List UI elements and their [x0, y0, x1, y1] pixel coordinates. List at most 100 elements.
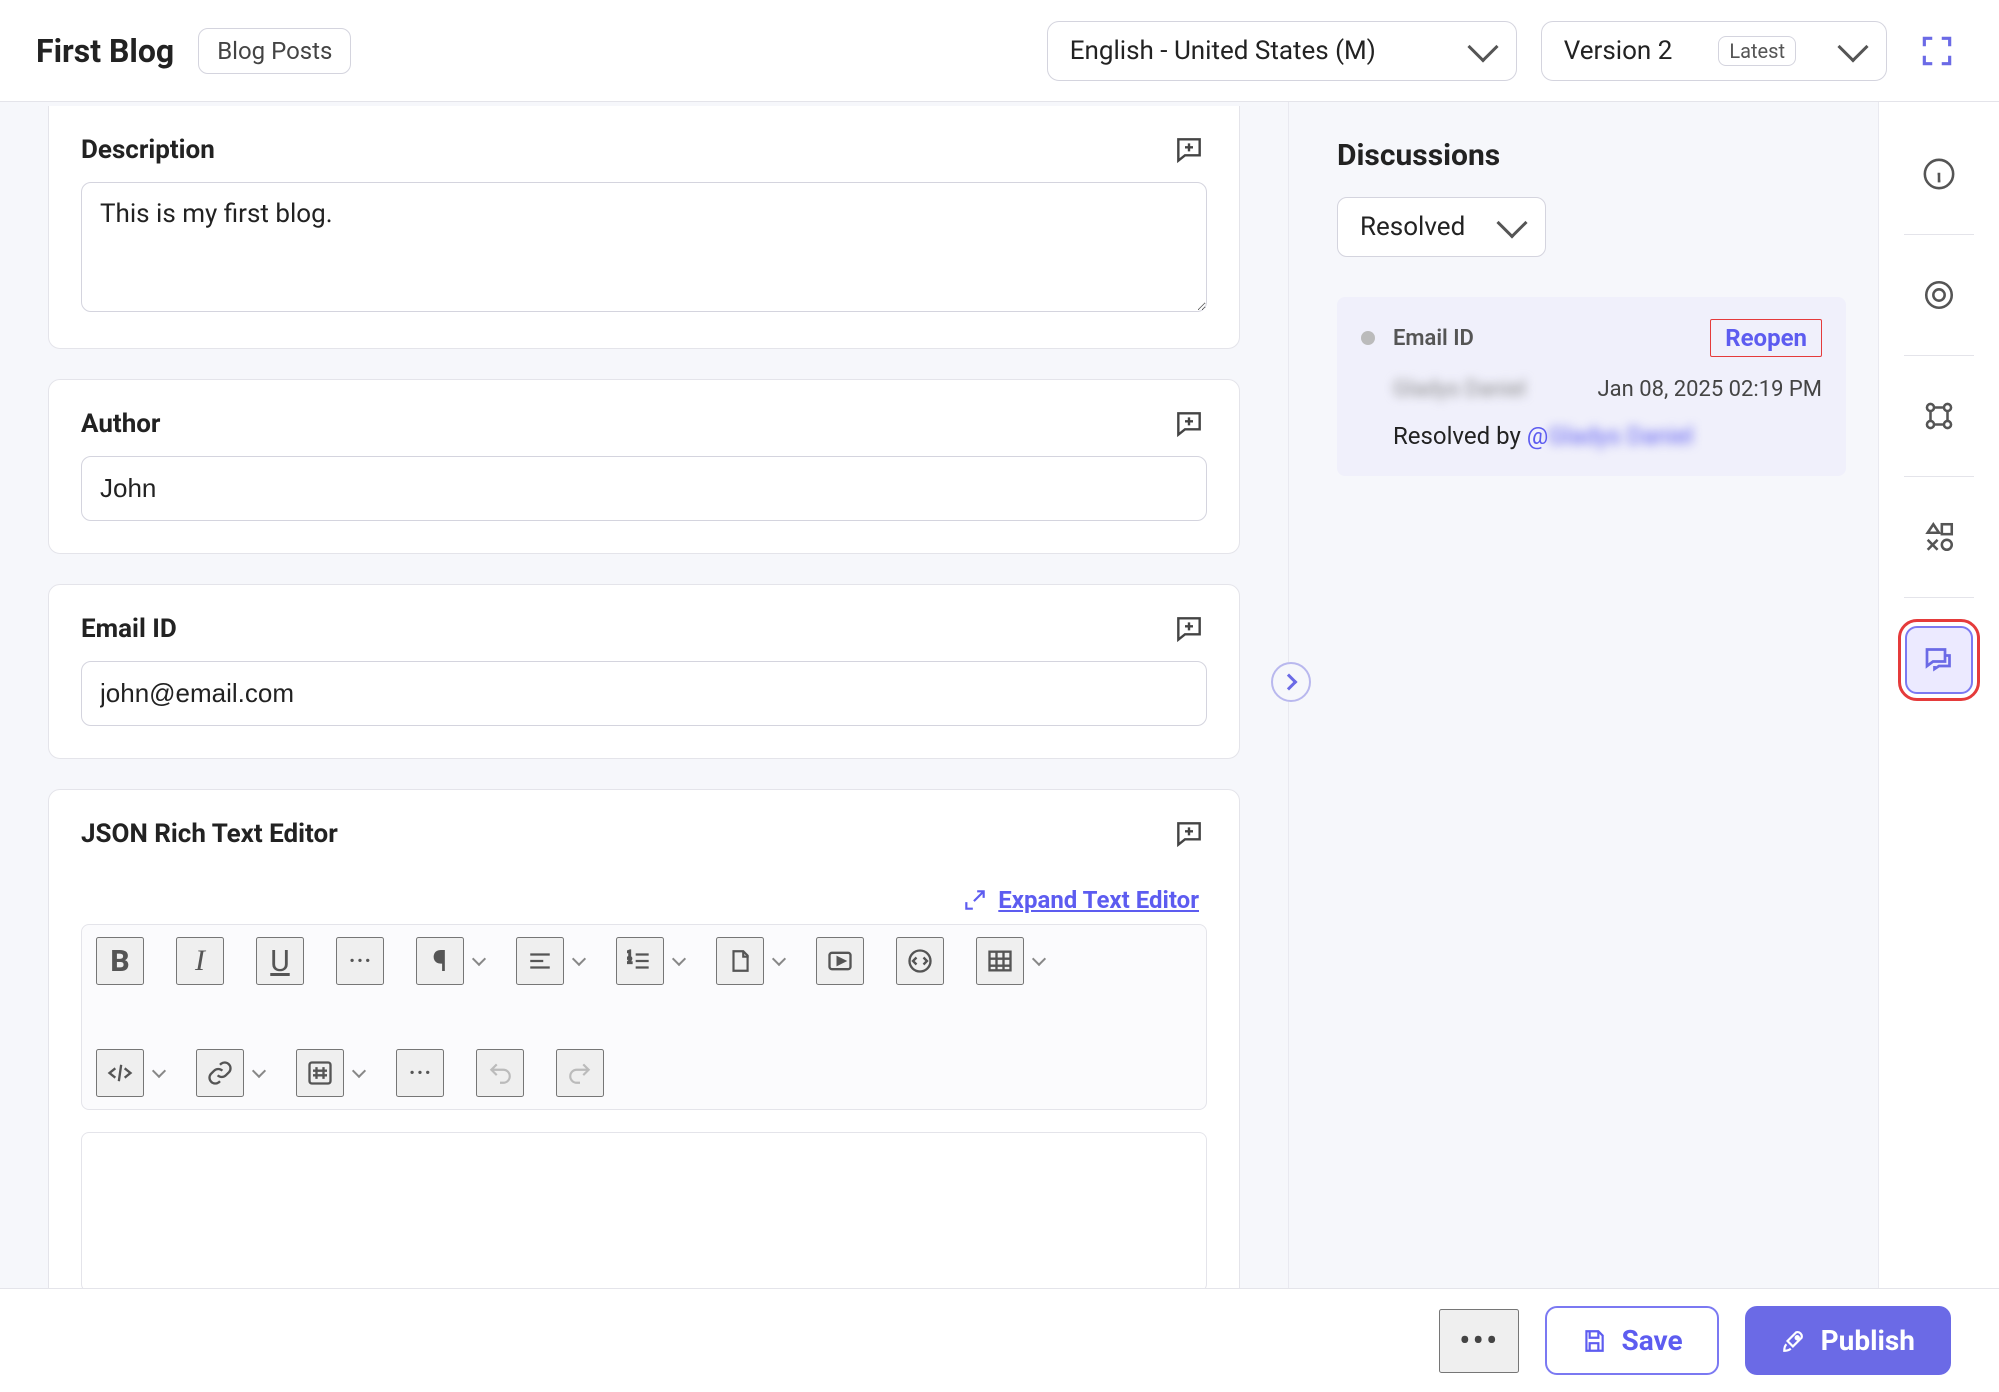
chevron-down-icon: [572, 952, 586, 966]
video-button[interactable]: [816, 937, 864, 985]
comment-plus-icon: [1171, 408, 1207, 440]
resolved-prefix: Resolved by: [1393, 422, 1527, 450]
info-tab[interactable]: [1907, 142, 1971, 206]
hash-icon: [306, 1059, 334, 1087]
expand-arrow-icon: [962, 887, 988, 913]
align-button[interactable]: [516, 937, 564, 985]
rte-editor-body[interactable]: [81, 1132, 1207, 1292]
chevron-down-icon: [472, 952, 486, 966]
discussion-author: Gladys Daniel: [1393, 377, 1526, 402]
play-square-icon: [826, 947, 854, 975]
resolved-by-name: Gladys Daniel: [1548, 422, 1693, 450]
document-button[interactable]: [716, 937, 764, 985]
reopen-button[interactable]: Reopen: [1710, 319, 1822, 357]
resolved-by-line: Resolved by @Gladys Daniel: [1361, 422, 1822, 450]
email-input[interactable]: [81, 661, 1207, 726]
undo-button[interactable]: [476, 1049, 524, 1097]
embed-button[interactable]: [96, 1049, 144, 1097]
add-comment-button[interactable]: [1171, 134, 1207, 166]
list-icon: 12: [627, 948, 653, 974]
fullscreen-button[interactable]: [1911, 25, 1963, 77]
chevron-down-icon: [772, 952, 786, 966]
embed-icon: [106, 1059, 134, 1087]
save-button[interactable]: Save: [1545, 1306, 1718, 1375]
description-textarea[interactable]: [81, 182, 1207, 312]
field-card-description: Description: [48, 106, 1240, 349]
more-actions-button[interactable]: •••: [1439, 1309, 1519, 1373]
link-button[interactable]: [196, 1049, 244, 1097]
add-comment-button[interactable]: [1171, 613, 1207, 645]
svg-text:2: 2: [627, 956, 632, 966]
chevron-down-icon: [1497, 207, 1528, 238]
code-button[interactable]: [896, 937, 944, 985]
expand-editor-link[interactable]: Expand Text Editor: [998, 886, 1199, 914]
table-icon: [986, 947, 1014, 975]
redo-button[interactable]: [556, 1049, 604, 1097]
collapse-panel-button[interactable]: [1271, 662, 1311, 702]
discussions-tab[interactable]: [1905, 626, 1973, 694]
bold-button[interactable]: B: [96, 937, 144, 985]
chevron-down-icon: [1467, 31, 1498, 62]
field-card-author: Author: [48, 379, 1240, 554]
more-format-button[interactable]: ···: [336, 937, 384, 985]
shapes-icon: [1922, 520, 1956, 554]
chevron-down-icon: [252, 1064, 266, 1078]
code-circle-icon: [906, 947, 934, 975]
footer: ••• Save Publish: [0, 1288, 1999, 1392]
more-tools-button[interactable]: ···: [396, 1049, 444, 1097]
align-left-icon: [527, 948, 553, 974]
divider: [1904, 355, 1974, 356]
discussion-item[interactable]: Email ID Reopen Gladys Daniel Jan 08, 20…: [1337, 297, 1846, 476]
add-comment-button[interactable]: [1171, 408, 1207, 440]
chevron-down-icon: [1032, 952, 1046, 966]
undo-icon: [487, 1060, 513, 1086]
divider: [1904, 597, 1974, 598]
hash-button[interactable]: [296, 1049, 344, 1097]
field-card-rte: JSON Rich Text Editor Expand Text Editor…: [48, 789, 1240, 1325]
version-selector[interactable]: Version 2 Latest: [1541, 21, 1887, 81]
page-title: First Blog: [36, 32, 174, 70]
discussions-filter[interactable]: Resolved: [1337, 197, 1546, 257]
paragraph-button[interactable]: ¶: [416, 937, 464, 985]
chevron-down-icon: [672, 952, 686, 966]
discussion-timestamp: Jan 08, 2025 02:19 PM: [1598, 377, 1822, 402]
field-label: Email ID: [81, 614, 177, 644]
save-label: Save: [1621, 1324, 1682, 1357]
redo-icon: [567, 1060, 593, 1086]
underline-button[interactable]: U: [256, 937, 304, 985]
publish-label: Publish: [1821, 1324, 1915, 1357]
language-selector[interactable]: English - United States (M): [1047, 21, 1517, 81]
author-input[interactable]: [81, 456, 1207, 521]
rte-toolbar: B I U ··· ¶ 12 ···: [81, 924, 1207, 1110]
list-button[interactable]: 12: [616, 937, 664, 985]
target-tab[interactable]: [1907, 263, 1971, 327]
content-type-chip[interactable]: Blog Posts: [198, 28, 351, 74]
comment-plus-icon: [1171, 134, 1207, 166]
chat-icon: [1921, 642, 1957, 678]
publish-button[interactable]: Publish: [1745, 1306, 1951, 1375]
workflow-tab[interactable]: [1907, 384, 1971, 448]
divider: [1904, 234, 1974, 235]
add-comment-button[interactable]: [1171, 818, 1207, 850]
table-button[interactable]: [976, 937, 1024, 985]
file-icon: [727, 948, 753, 974]
chevron-down-icon: [152, 1064, 166, 1078]
chevron-right-icon: [1281, 674, 1298, 691]
main: Description Author: [0, 102, 1999, 1392]
expand-icon: [1918, 32, 1956, 70]
discussions-panel: Discussions Resolved Email ID Reopen Gla…: [1288, 102, 1878, 1392]
discussions-title: Discussions: [1337, 138, 1846, 173]
content-column: Description Author: [0, 102, 1288, 1392]
save-icon: [1581, 1328, 1607, 1354]
info-icon: [1922, 157, 1956, 191]
version-badge: Latest: [1718, 36, 1796, 66]
field-label: Author: [81, 409, 160, 439]
link-icon: [206, 1059, 234, 1087]
header: First Blog Blog Posts English - United S…: [0, 0, 1999, 102]
status-dot-icon: [1361, 331, 1375, 345]
comment-plus-icon: [1171, 818, 1207, 850]
right-rail: [1878, 102, 1998, 1392]
italic-button[interactable]: I: [176, 937, 224, 985]
workflow-icon: [1922, 399, 1956, 433]
shapes-tab[interactable]: [1907, 505, 1971, 569]
